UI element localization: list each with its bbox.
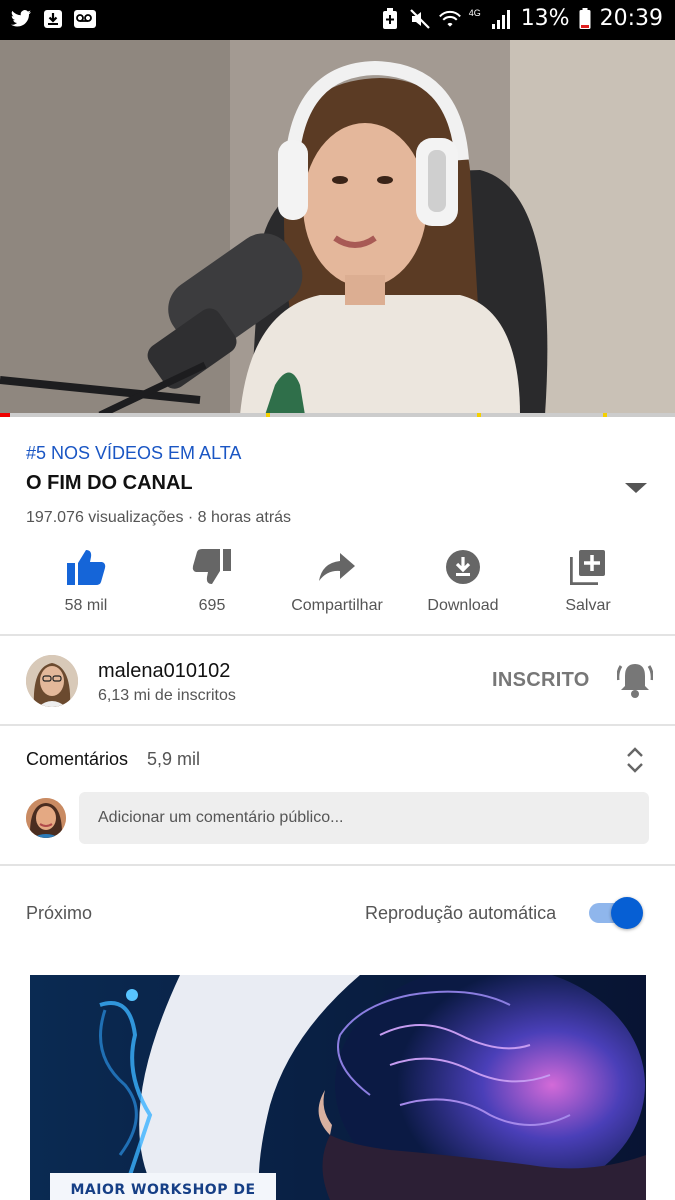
channel-avatar[interactable] — [26, 655, 78, 707]
like-count: 58 mil — [64, 597, 108, 614]
video-title[interactable]: O FIM DO CANAL — [26, 472, 193, 495]
thumbnail-caption: MAIOR WORKSHOP DE — [50, 1173, 276, 1200]
battery-percent: 13% — [520, 6, 570, 31]
comments-title[interactable]: Comentários — [26, 749, 128, 770]
save-label: Salvar — [565, 597, 611, 614]
status-bar: 4G 13% 20:39 — [0, 0, 675, 40]
dislike-count: 695 — [198, 597, 226, 614]
autoplay-label: Reprodução automática — [365, 903, 557, 923]
dislike-button[interactable]: 695 — [149, 545, 275, 615]
user-avatar — [26, 798, 66, 838]
network-type-label: 4G — [468, 7, 481, 18]
thumbs-down-icon — [149, 545, 275, 589]
download-icon — [400, 545, 526, 589]
divider — [0, 724, 675, 726]
download-button[interactable]: Download — [400, 545, 526, 615]
divider — [0, 864, 675, 866]
mute-icon — [409, 8, 431, 30]
add-to-playlist-icon — [525, 545, 651, 589]
ad-marker — [266, 413, 270, 417]
like-button[interactable]: 58 mil — [23, 545, 149, 615]
clock: 20:39 — [599, 6, 663, 31]
video-progress-fill — [0, 413, 11, 417]
notification-bell-icon[interactable] — [616, 660, 654, 700]
comments-count: 5,9 mil — [147, 749, 201, 769]
autoplay-toggle[interactable] — [589, 897, 643, 929]
download-notification-icon — [42, 8, 64, 30]
expand-collapse-icon[interactable] — [624, 746, 646, 774]
channel-name[interactable]: malena010102 — [98, 660, 230, 683]
download-label: Download — [427, 597, 499, 614]
share-icon — [274, 545, 400, 589]
wifi-icon — [438, 8, 461, 30]
ad-marker — [603, 413, 607, 417]
divider — [0, 634, 675, 636]
channel-subscribers: 6,13 mi de inscritos — [98, 687, 236, 704]
action-bar: 58 mil 695 Compartilhar Download Salvar — [0, 545, 675, 625]
share-label: Compartilhar — [291, 597, 383, 614]
next-video-thumbnail[interactable]: MAIOR WORKSHOP DE — [30, 975, 646, 1200]
signal-icon — [491, 8, 513, 30]
comment-input[interactable] — [79, 792, 649, 844]
twitter-icon — [10, 8, 32, 30]
share-button[interactable]: Compartilhar — [274, 545, 400, 615]
thumbs-up-icon — [23, 545, 149, 589]
ad-marker — [477, 413, 481, 417]
voicemail-icon — [74, 8, 96, 30]
subscribed-button[interactable]: INSCRITO — [492, 669, 590, 692]
battery-saver-icon — [379, 7, 401, 30]
battery-icon — [578, 7, 592, 30]
trending-link[interactable]: #5 NOS VÍDEOS EM ALTA — [26, 443, 241, 464]
toggle-knob — [611, 897, 643, 929]
expand-description-icon[interactable] — [624, 480, 648, 496]
video-meta: 197.076 visualizações · 8 horas atrás — [26, 509, 292, 526]
video-progress-bar[interactable] — [0, 413, 675, 417]
save-button[interactable]: Salvar — [525, 545, 651, 615]
video-player[interactable] — [0, 40, 675, 415]
up-next-label: Próximo — [26, 903, 93, 923]
